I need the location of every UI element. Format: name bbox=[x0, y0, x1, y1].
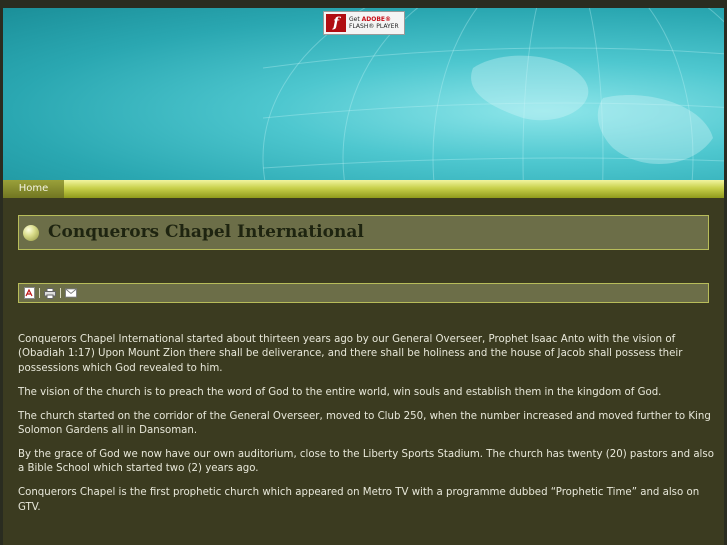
paragraph: By the grace of God we now have our own … bbox=[18, 448, 714, 475]
flash-line1-brand: ADOBE® bbox=[361, 16, 392, 23]
adobe-flash-icon: f bbox=[326, 14, 346, 32]
page-frame: f Get ADOBE® FLASH® PLAYER Home Conquero… bbox=[3, 8, 724, 545]
toolbar-separator bbox=[60, 288, 61, 298]
article-title-bar: Conquerors Chapel International bbox=[18, 215, 709, 250]
pdf-icon[interactable] bbox=[23, 287, 35, 299]
main-content: Conquerors Chapel International Conquero… bbox=[3, 198, 724, 545]
paragraph: The vision of the church is to preach th… bbox=[18, 386, 662, 398]
toolbar-separator bbox=[39, 288, 40, 298]
paragraph: Conquerors Chapel International started … bbox=[18, 334, 683, 374]
flash-badge-text: Get ADOBE® FLASH® PLAYER bbox=[349, 16, 399, 30]
nav-home-link[interactable]: Home bbox=[3, 180, 64, 199]
print-icon[interactable] bbox=[44, 287, 56, 299]
title-bullet-icon bbox=[23, 225, 39, 241]
header-banner: f Get ADOBE® FLASH® PLAYER bbox=[3, 8, 724, 180]
flash-line2: FLASH® PLAYER bbox=[349, 23, 399, 30]
page-title: Conquerors Chapel International bbox=[48, 222, 364, 242]
email-icon[interactable] bbox=[65, 287, 77, 299]
paragraph: The church started on the corridor of th… bbox=[18, 410, 711, 437]
main-navbar: Home bbox=[3, 180, 724, 199]
paragraph: Conquerors Chapel is the first prophetic… bbox=[18, 487, 700, 513]
get-flash-player-badge[interactable]: f Get ADOBE® FLASH® PLAYER bbox=[323, 11, 405, 35]
article-toolbar bbox=[18, 283, 709, 303]
article-body: Conquerors Chapel International started … bbox=[18, 333, 715, 525]
flash-line1-prefix: Get bbox=[349, 16, 362, 23]
